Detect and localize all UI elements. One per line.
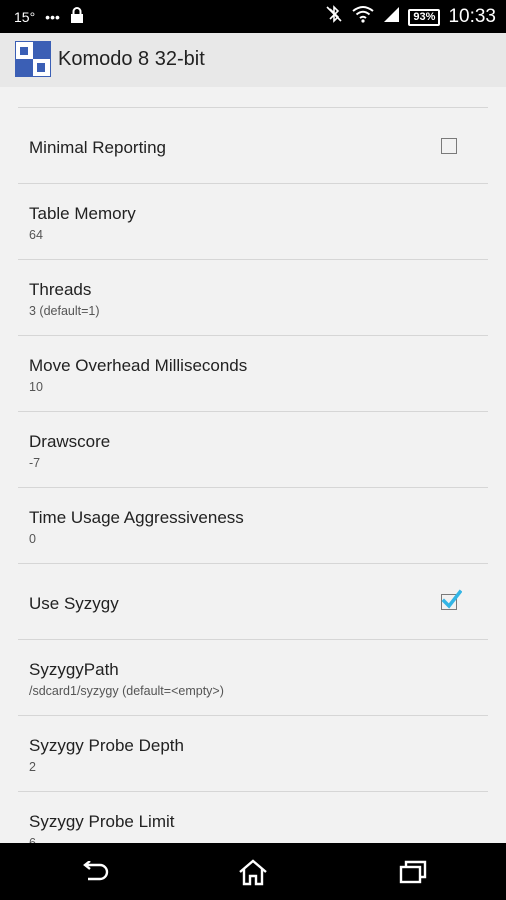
- status-bar: 15° ••• 93% 10:33: [0, 0, 506, 33]
- setting-summary: 0: [29, 532, 36, 546]
- setting-summary: -7: [29, 456, 41, 470]
- navigation-bar: [0, 843, 506, 900]
- notification-dots: •••: [45, 8, 60, 25]
- setting-threads[interactable]: Threads 3 (default=1): [18, 260, 488, 336]
- setting-title: SyzygyPath: [29, 660, 119, 679]
- action-bar: Komodo 8 32-bit: [0, 33, 506, 87]
- setting-syzygy-probe-depth[interactable]: Syzygy Probe Depth 2: [18, 716, 488, 792]
- bluetooth-off-icon: [324, 4, 344, 30]
- setting-title: Table Memory: [29, 204, 136, 223]
- setting-summary: /sdcard1/syzygy (default=<empty>): [29, 684, 224, 698]
- app-title: Komodo 8 32-bit: [58, 48, 205, 70]
- setting-title: Minimal Reporting: [29, 138, 166, 157]
- use-syzygy-checkbox[interactable]: [441, 589, 462, 610]
- setting-table-memory[interactable]: Table Memory 64: [18, 184, 488, 260]
- checkmark-icon: [441, 589, 462, 609]
- setting-title: Use Syzygy: [29, 594, 119, 613]
- setting-time-usage[interactable]: Time Usage Aggressiveness 0: [18, 488, 488, 564]
- wifi-icon: [352, 5, 375, 29]
- setting-summary: 6: [29, 836, 36, 843]
- setting-move-overhead[interactable]: Move Overhead Milliseconds 10: [18, 336, 488, 412]
- setting-drawscore[interactable]: Drawscore -7: [18, 412, 488, 488]
- back-icon[interactable]: [71, 855, 119, 889]
- setting-use-syzygy[interactable]: Use Syzygy: [18, 564, 488, 640]
- setting-summary: 64: [29, 228, 43, 242]
- setting-syzygy-path[interactable]: SyzygyPath /sdcard1/syzygy (default=<emp…: [18, 640, 488, 716]
- setting-title: Syzygy Probe Limit: [29, 812, 175, 831]
- setting-summary: 2: [29, 760, 36, 774]
- clock-text: 10:33: [448, 6, 496, 27]
- recents-icon[interactable]: [389, 855, 437, 889]
- setting-summary: 10: [29, 380, 43, 394]
- signal-icon: [382, 5, 400, 29]
- minimal-reporting-checkbox[interactable]: [441, 138, 457, 154]
- setting-summary: 3 (default=1): [29, 304, 100, 318]
- setting-title: Syzygy Probe Depth: [29, 736, 184, 755]
- setting-title: Threads: [29, 280, 92, 299]
- app-logo-icon: [14, 40, 52, 78]
- lock-icon: [70, 7, 84, 26]
- settings-list[interactable]: Minimal Reporting Table Memory 64 Thread…: [0, 87, 506, 843]
- setting-title: Move Overhead Milliseconds: [29, 356, 248, 375]
- home-icon[interactable]: [229, 855, 277, 889]
- setting-title: Time Usage Aggressiveness: [29, 508, 244, 527]
- setting-title: Drawscore: [29, 432, 111, 451]
- battery-indicator: 93%: [408, 8, 441, 26]
- setting-syzygy-probe-limit[interactable]: Syzygy Probe Limit 6: [18, 792, 488, 843]
- setting-minimal-reporting[interactable]: Minimal Reporting: [18, 108, 488, 184]
- temperature-text: 15°: [14, 8, 36, 25]
